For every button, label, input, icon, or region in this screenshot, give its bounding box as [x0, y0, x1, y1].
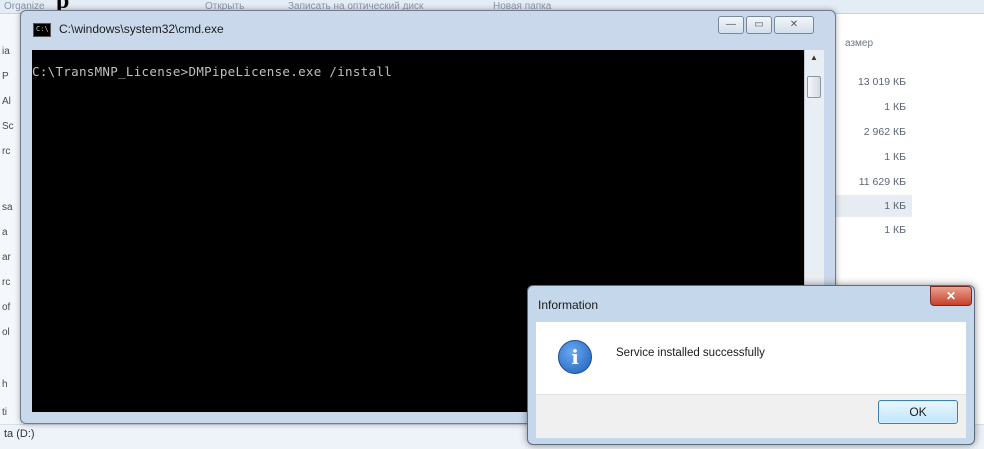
- nav-item[interactable]: Sc: [2, 121, 14, 132]
- nav-item[interactable]: ia: [2, 46, 10, 57]
- maximize-button[interactable]: ▭: [746, 16, 772, 34]
- nav-item[interactable]: sa: [2, 202, 13, 213]
- information-icon: i: [558, 340, 592, 374]
- file-size: 1 КБ: [884, 224, 906, 236]
- nav-item[interactable]: ol: [2, 327, 10, 338]
- size-column-header[interactable]: азмер: [845, 38, 873, 49]
- navigation-pane: ia P Al Sc rc sa a ar rc of ol h ti: [0, 14, 22, 449]
- drive-label[interactable]: ta (D:): [4, 428, 35, 440]
- file-size: 1 КБ: [884, 200, 906, 212]
- nav-item[interactable]: a: [2, 227, 8, 238]
- scroll-up-icon[interactable]: ▲: [808, 53, 820, 65]
- dialog-body: i Service installed successfully: [536, 322, 966, 394]
- nav-item[interactable]: h: [2, 379, 8, 390]
- file-size: 1 КБ: [884, 151, 906, 163]
- file-size: 1 КБ: [884, 101, 906, 113]
- nav-item[interactable]: P: [2, 71, 9, 82]
- nav-item[interactable]: ar: [2, 252, 11, 263]
- cmd-icon: C:\: [33, 23, 51, 37]
- nav-item[interactable]: of: [2, 302, 10, 313]
- nav-item[interactable]: Al: [2, 96, 11, 107]
- file-size: 11 629 КБ: [858, 176, 906, 188]
- dialog-message: Service installed successfully: [616, 347, 765, 359]
- nav-item[interactable]: rc: [2, 277, 10, 288]
- information-dialog: Information ✕ i Service installed succes…: [527, 285, 975, 445]
- minimize-button[interactable]: —: [718, 16, 744, 34]
- nav-item[interactable]: ti: [2, 407, 7, 418]
- ok-button[interactable]: OK: [878, 400, 958, 424]
- nav-item[interactable]: rc: [2, 146, 10, 157]
- file-size: 13 019 КБ: [857, 76, 906, 88]
- cmd-icon-label: C:\: [36, 25, 49, 33]
- scroll-thumb[interactable]: [807, 76, 821, 98]
- cmd-window-title: C:\windows\system32\cmd.exe: [59, 22, 224, 36]
- dialog-close-button[interactable]: ✕: [930, 286, 972, 306]
- command-line: C:\TransMNP_License>DMPipeLicense.exe /i…: [32, 64, 392, 79]
- dialog-title: Information: [538, 298, 599, 312]
- file-size: 2 962 КБ: [863, 126, 906, 138]
- cmd-close-button[interactable]: ✕: [774, 16, 814, 34]
